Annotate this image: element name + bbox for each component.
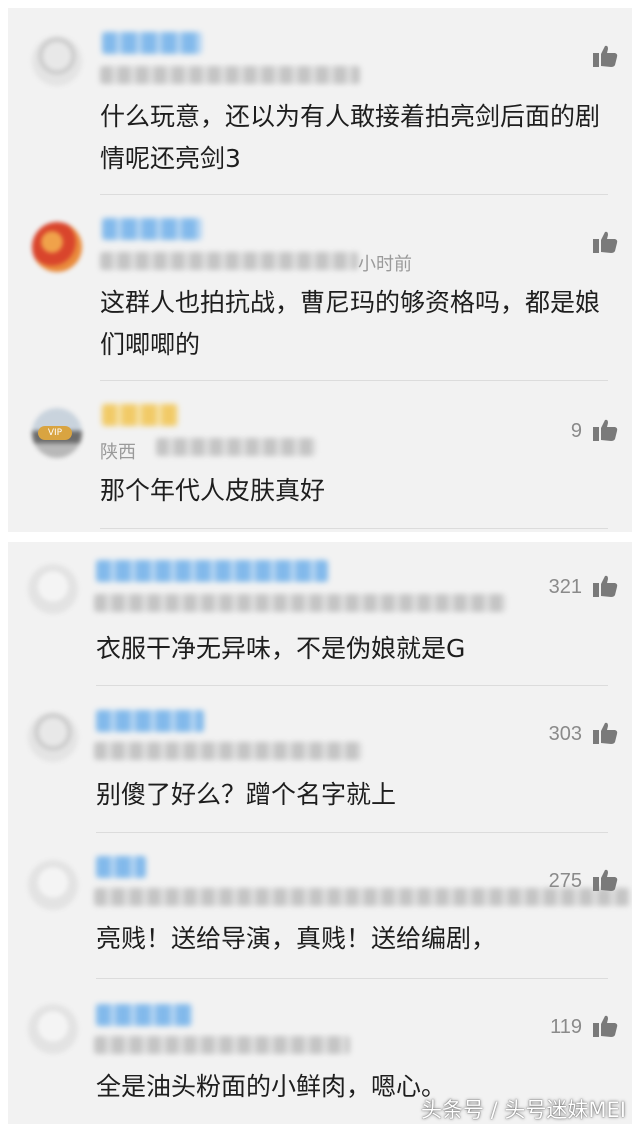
like-count: 321 <box>548 576 582 598</box>
comment-panel-bottom: 321 衣服干净无异味，不是伪娘就是G 303 别傻了好么？蹭个名字就上 275… <box>8 542 632 1124</box>
like-count: 275 <box>548 870 582 892</box>
username[interactable] <box>96 856 146 878</box>
watermark: 头条号 / 头号迷妹MEI <box>420 1098 626 1122</box>
comment-meta <box>94 1036 350 1054</box>
username[interactable] <box>96 1004 192 1026</box>
username[interactable] <box>96 560 328 582</box>
like-count: 9 <box>570 420 582 442</box>
thumbs-up-icon[interactable] <box>592 418 618 442</box>
comment-text: 那个年代人皮肤真好 <box>100 476 326 505</box>
avatar[interactable] <box>28 564 78 614</box>
comment-item: 小时前 这群人也拍抗战，曹尼玛的够资格吗，都是娘们唧唧的 <box>8 196 632 382</box>
comment-item: 275 亮贱！送给导演，真贱！送给编剧， <box>8 834 632 980</box>
comment-text: 别傻了好么？蹭个名字就上 <box>96 780 397 809</box>
thumbs-up-icon[interactable] <box>592 868 618 892</box>
comment-location: 陕西 <box>100 442 136 463</box>
thumbs-up-icon[interactable] <box>592 44 618 68</box>
divider <box>100 380 608 381</box>
username[interactable] <box>102 218 202 240</box>
divider <box>96 832 608 833</box>
like-count: 303 <box>548 723 582 745</box>
comment-item: 303 别傻了好么？蹭个名字就上 <box>8 686 632 834</box>
like-count: 119 <box>550 1016 582 1038</box>
avatar[interactable] <box>28 1004 78 1054</box>
comment-time: 小时前 <box>358 254 412 275</box>
avatar[interactable] <box>32 222 82 272</box>
comment-panel-top: 什么玩意，还以为有人敢接着拍亮剑后面的剧情呢还亮剑3 小时前 这群人也拍抗战，曹… <box>8 8 632 532</box>
divider <box>100 194 608 195</box>
comment-text: 这群人也拍抗战，曹尼玛的够资格吗，都是娘们唧唧的 <box>100 288 601 359</box>
avatar[interactable] <box>32 36 82 86</box>
comment-item: 321 衣服干净无异味，不是伪娘就是G <box>8 542 632 686</box>
divider <box>100 528 608 529</box>
username[interactable] <box>102 404 178 426</box>
comment-item: VIP 陕西 9 那个年代人皮肤真好 <box>8 382 632 532</box>
avatar[interactable] <box>28 712 78 762</box>
comment-meta <box>156 438 316 456</box>
comment-meta <box>94 742 362 760</box>
avatar[interactable] <box>28 860 78 910</box>
comment-text: 衣服干净无异味，不是伪娘就是G <box>96 634 466 663</box>
thumbs-up-icon[interactable] <box>592 230 618 254</box>
comment-text: 亮贱！送给导演，真贱！送给编剧， <box>96 924 497 953</box>
comment-text: 什么玩意，还以为有人敢接着拍亮剑后面的剧情呢还亮剑3 <box>100 102 601 173</box>
thumbs-up-icon[interactable] <box>592 574 618 598</box>
username[interactable] <box>96 710 204 732</box>
comment-meta <box>100 66 360 84</box>
divider <box>96 978 608 979</box>
comment-item: 什么玩意，还以为有人敢接着拍亮剑后面的剧情呢还亮剑3 <box>8 8 632 196</box>
thumbs-up-icon[interactable] <box>592 1014 618 1038</box>
thumbs-up-icon[interactable] <box>592 721 618 745</box>
comment-meta <box>100 252 358 270</box>
comment-meta <box>94 594 506 612</box>
username[interactable] <box>102 32 202 54</box>
vip-badge: VIP <box>38 426 72 440</box>
